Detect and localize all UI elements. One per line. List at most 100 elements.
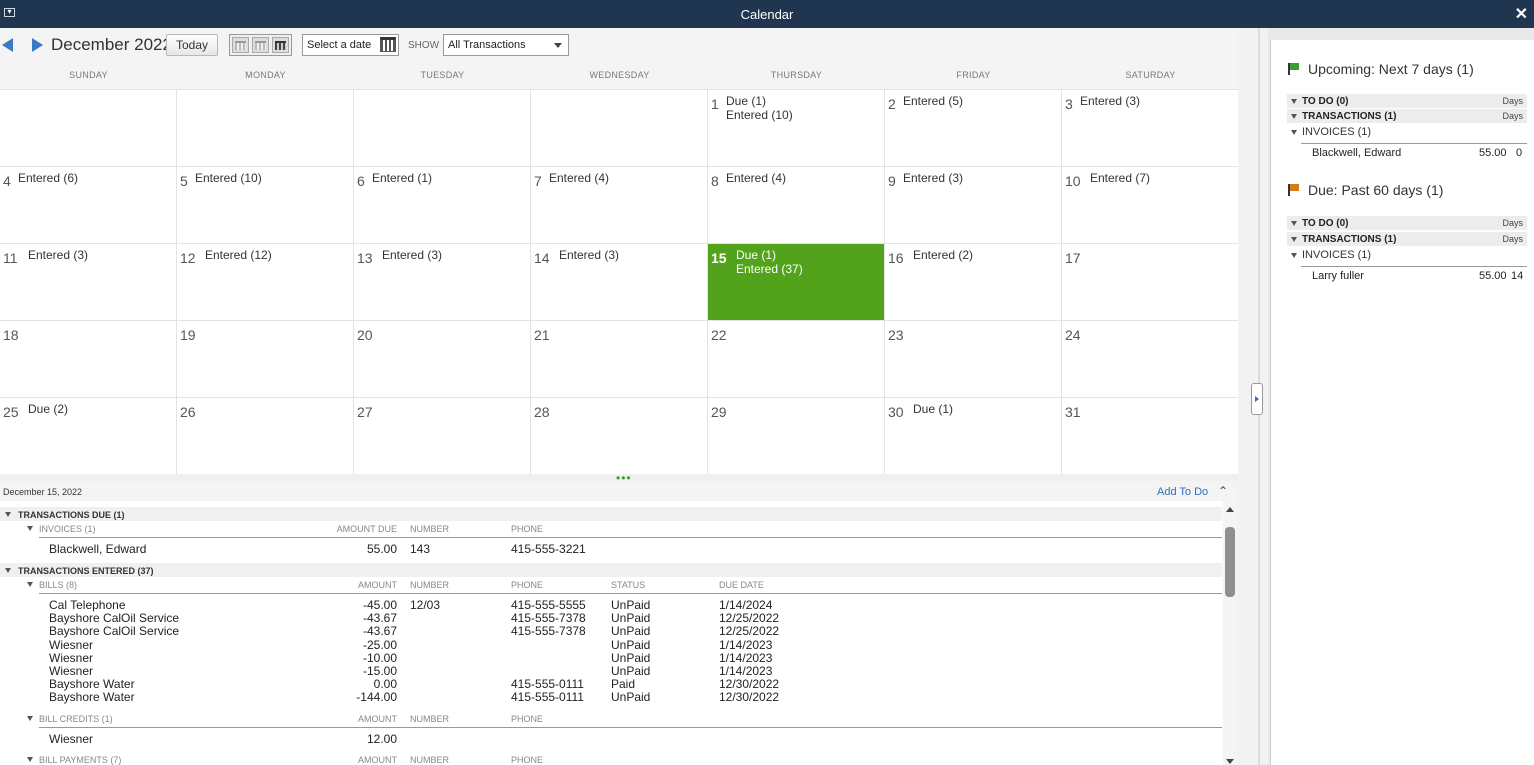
details-scrollbar[interactable] [1223,501,1238,765]
table-row[interactable]: Blackwell, Edward 55.00 143 415-555-3221 [0,543,1222,556]
day-event-summary[interactable]: Entered (37) [736,262,803,276]
calendar-day-cell[interactable]: 9 Entered (3) [885,167,1061,243]
day-event-summary[interactable]: Entered (10) [726,108,793,122]
day-view-icon[interactable] [232,37,249,53]
calendar-day-cell[interactable]: 31 [1062,398,1238,474]
calendar-day-cell[interactable] [177,90,353,166]
calendar-day-cell[interactable]: 7 Entered (4) [531,167,707,243]
scroll-up-icon[interactable] [1226,507,1234,512]
due-todo-row[interactable]: TO DO (0) Days [1287,216,1527,230]
calendar-day-cell[interactable]: 14 Entered (3) [531,244,707,320]
upcoming-invoices-row[interactable]: INVOICES (1) [1287,125,1527,139]
calendar-day-cell[interactable]: 13 Entered (3) [354,244,530,320]
calendar-day-cell[interactable]: 25 Due (2) [0,398,176,474]
day-event-summary[interactable]: Entered (2) [913,248,973,262]
day-event-summary[interactable]: Due (1) [726,94,766,108]
table-row[interactable]: Bayshore Water 0.00 415-555-0111 Paid 12/30/… [0,678,1222,691]
table-row[interactable]: Wiesner -10.00 UnPaid 1/14/2023 [0,651,1222,665]
calendar-day-cell[interactable]: 28 [531,398,707,474]
bill-credits-subheader[interactable]: BILL CREDITS (1) AMOUNT NUMBER PHONE [0,711,1222,725]
calendar-day-cell[interactable]: 16 Entered (2) [885,244,1061,320]
calendar-icon[interactable] [380,37,396,52]
upcoming-todo-row[interactable]: TO DO (0) Days [1287,94,1527,108]
month-view-icon[interactable] [272,37,289,53]
day-event-summary[interactable]: Due (1) [736,248,776,262]
table-row[interactable]: Wiesner -25.00 UnPaid 1/14/2023 [0,638,1222,652]
day-event-summary[interactable]: Entered (6) [18,171,78,185]
due-transactions-row[interactable]: TRANSACTIONS (1) Days [1287,232,1527,246]
due-invoices-row[interactable]: INVOICES (1) [1287,248,1527,262]
day-event-summary[interactable]: Entered (5) [903,94,963,108]
day-event-summary[interactable]: Entered (4) [726,171,786,185]
week-view-icon[interactable] [252,37,269,53]
day-event-summary[interactable]: Entered (3) [382,248,442,262]
transactions-due-section[interactable]: TRANSACTIONS DUE (1) [0,507,1222,521]
date-picker-field[interactable]: Select a date [302,34,399,56]
table-row[interactable]: Wiesner 12.00 [0,733,1222,746]
calendar-day-cell[interactable]: 5 Entered (10) [177,167,353,243]
calendar-day-cell[interactable]: 6 Entered (1) [354,167,530,243]
table-row[interactable]: Cal Telephone -45.00 12/03 415-555-5555 UnPa… [0,599,1222,612]
transactions-entered-section[interactable]: TRANSACTIONS ENTERED (37) [0,563,1222,577]
show-filter-select[interactable]: All Transactions [443,34,569,56]
day-event-summary[interactable]: Entered (12) [205,248,272,262]
calendar-day-cell[interactable]: 19 [177,321,353,397]
close-icon[interactable]: ✕ [1515,4,1528,24]
table-row[interactable]: Bayshore CalOil Service -43.67 415-555-737… [0,612,1222,625]
calendar-day-cell[interactable]: 23 [885,321,1061,397]
scroll-thumb[interactable] [1225,527,1235,597]
table-row[interactable]: Wiesner -15.00 UnPaid 1/14/2023 [0,665,1222,678]
calendar-day-cell[interactable]: 4 Entered (6) [0,167,176,243]
calendar-day-cell[interactable]: 26 [177,398,353,474]
calendar-day-cell[interactable]: 11 Entered (3) [0,244,176,320]
day-event-summary[interactable]: Entered (3) [559,248,619,262]
due-invoices-label: INVOICES (1) [1302,249,1372,261]
calendar-day-cell[interactable]: 3 Entered (3) [1062,90,1238,166]
table-cell: UnPaid [611,690,651,705]
bills-subheader[interactable]: BILLS (8) AMOUNT NUMBER PHONE STATUS DUE DATE [0,577,1222,591]
due-invoice-row[interactable]: Larry fuller 55.00 14 [1287,270,1527,284]
calendar-day-cell[interactable]: 27 [354,398,530,474]
upcoming-transactions-row[interactable]: TRANSACTIONS (1) Days [1287,109,1527,123]
bill-credits-subheader-label: BILL CREDITS (1) [39,714,113,724]
calendar-day-cell[interactable] [0,90,176,166]
sidebar-toggle-button[interactable] [1251,383,1263,415]
invoices-subheader[interactable]: INVOICES (1) AMOUNT DUE NUMBER PHONE [0,521,1222,535]
table-row[interactable]: Bayshore Water -144.00 415-555-0111 UnPaid 1… [0,691,1222,704]
day-event-summary[interactable]: Due (1) [913,402,953,416]
day-event-summary[interactable]: Entered (1) [372,171,432,185]
table-cell: UnPaid [611,624,651,639]
calendar-day-cell[interactable]: 17 [1062,244,1238,320]
prev-month-icon[interactable] [2,38,13,52]
calendar-day-cell[interactable]: 15 Due (1) Entered (37) [708,244,884,320]
bill-payments-subheader[interactable]: BILL PAYMENTS (7) AMOUNT NUMBER PHONE [0,752,1222,765]
add-todo-link[interactable]: Add To Do [1157,486,1208,498]
scroll-down-icon[interactable] [1226,759,1234,764]
day-event-summary[interactable]: Entered (4) [549,171,609,185]
calendar-day-cell[interactable]: 8 Entered (4) [708,167,884,243]
calendar-day-cell[interactable]: 12 Entered (12) [177,244,353,320]
calendar-day-cell[interactable] [354,90,530,166]
calendar-day-cell[interactable] [531,90,707,166]
calendar-day-cell[interactable]: 20 [354,321,530,397]
calendar-day-cell[interactable]: 10 Entered (7) [1062,167,1238,243]
collapse-panel-icon[interactable]: ⌃ [1218,484,1228,498]
calendar-day-cell[interactable]: 24 [1062,321,1238,397]
day-event-summary[interactable]: Due (2) [28,402,68,416]
calendar-day-cell[interactable]: 30 Due (1) [885,398,1061,474]
day-event-summary[interactable]: Entered (10) [195,171,262,185]
upcoming-invoice-row[interactable]: Blackwell, Edward 55.00 0 [1287,147,1527,161]
calendar-day-cell[interactable]: 1 Due (1) Entered (10) [708,90,884,166]
calendar-day-cell[interactable]: 2 Entered (5) [885,90,1061,166]
day-event-summary[interactable]: Entered (3) [903,171,963,185]
today-button[interactable]: Today [166,34,218,56]
day-event-summary[interactable]: Entered (7) [1090,171,1150,185]
day-event-summary[interactable]: Entered (3) [28,248,88,262]
calendar-day-cell[interactable]: 18 [0,321,176,397]
table-row[interactable]: Bayshore CalOil Service -43.67 415-555-737… [0,625,1222,638]
calendar-day-cell[interactable]: 22 [708,321,884,397]
day-event-summary[interactable]: Entered (3) [1080,94,1140,108]
calendar-day-cell[interactable]: 21 [531,321,707,397]
calendar-day-cell[interactable]: 29 [708,398,884,474]
next-month-icon[interactable] [32,38,43,52]
